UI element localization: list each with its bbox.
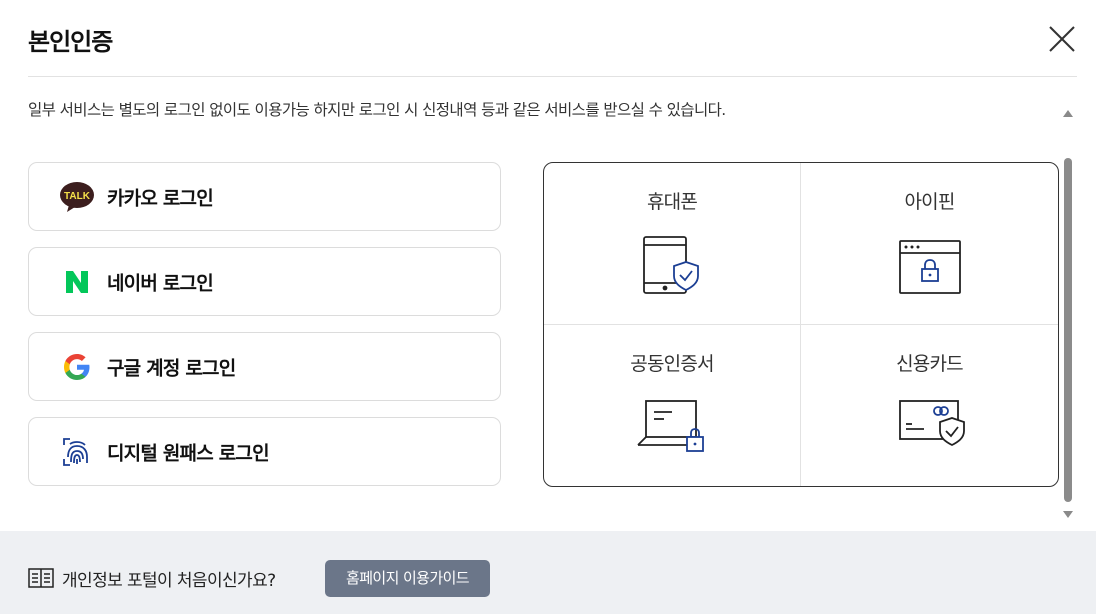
auth-creditcard-label: 신용카드 — [896, 353, 964, 375]
auth-ipin-button[interactable]: 아이핀 — [801, 163, 1058, 325]
digital-onepass-login-label: 디지털 원패스 로그인 — [107, 442, 270, 464]
auth-certificate-button[interactable]: 공동인증서 — [544, 325, 801, 486]
auth-creditcard-button[interactable]: 신용카드 — [801, 325, 1058, 486]
google-login-button[interactable]: 구글 계정 로그인 — [28, 332, 501, 401]
naver-login-label: 네이버 로그인 — [107, 272, 214, 294]
vertical-scrollbar[interactable] — [1060, 104, 1076, 524]
auth-mobile-button[interactable]: 휴대폰 — [544, 163, 801, 325]
description-text: 일부 서비스는 별도의 로그인 없이도 이용가능 하지만 로그인 시 신정내역 … — [28, 101, 726, 119]
digital-onepass-login-button[interactable]: 디지털 원패스 로그인 — [28, 417, 501, 486]
close-button[interactable] — [1047, 24, 1077, 54]
mobile-shield-icon — [643, 236, 699, 294]
auth-ipin-label: 아이핀 — [904, 191, 955, 213]
homepage-guide-button[interactable]: 홈페이지 이용가이드 — [325, 560, 490, 597]
social-login-list: TALK 카카오 로그인 네이버 로그인 구글 계정 로그인 디지털 원패스 로… — [28, 162, 501, 502]
first-visit-prompt: 개인정보 포털이 처음이신가요? — [62, 571, 276, 591]
browser-lock-icon — [898, 240, 961, 294]
fingerprint-icon — [59, 434, 95, 470]
auth-mobile-label: 휴대폰 — [646, 191, 698, 213]
kakao-login-label: 카카오 로그인 — [107, 187, 214, 209]
kakao-talk-icon: TALK — [59, 179, 95, 215]
google-icon — [59, 349, 95, 385]
laptop-lock-icon — [637, 400, 704, 452]
naver-login-button[interactable]: 네이버 로그인 — [28, 247, 501, 316]
modal-header: 본인인증 — [28, 0, 1077, 77]
naver-icon — [59, 264, 95, 300]
auth-certificate-label: 공동인증서 — [630, 353, 714, 375]
card-shield-icon — [898, 400, 965, 447]
book-icon — [28, 568, 54, 588]
scroll-thumb[interactable] — [1064, 158, 1072, 502]
scroll-up-arrow-icon[interactable] — [1063, 110, 1073, 117]
footer-bar: 개인정보 포털이 처음이신가요? 홈페이지 이용가이드 — [0, 531, 1096, 614]
scroll-down-arrow-icon[interactable] — [1063, 511, 1073, 518]
close-icon — [1049, 26, 1075, 52]
google-login-label: 구글 계정 로그인 — [107, 357, 236, 379]
auth-method-grid: 휴대폰 아이핀 공동인증서 신용카드 — [543, 162, 1059, 487]
kakao-icon-text: TALK — [64, 191, 91, 202]
page-title: 본인인증 — [28, 28, 113, 56]
kakao-login-button[interactable]: TALK 카카오 로그인 — [28, 162, 501, 231]
